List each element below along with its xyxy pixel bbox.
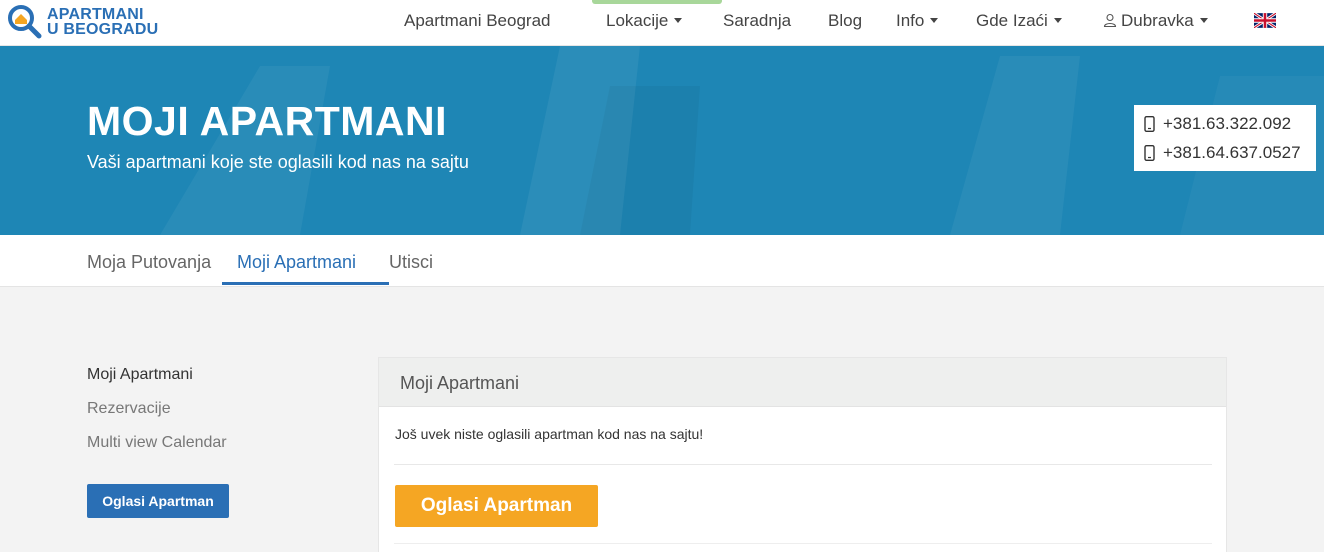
sidebar-item-multi-view-calendar[interactable]: Multi view Calendar — [87, 434, 227, 452]
page-title: MOJI APARTMANI — [87, 98, 448, 144]
logo-text: APARTMANI U BEOGRADU — [47, 6, 159, 38]
tab-utisci[interactable]: Utisci — [389, 252, 433, 273]
nav-user-menu[interactable]: Dubravka — [1103, 11, 1208, 31]
phone-row[interactable]: +381.63.322.092 — [1144, 109, 1316, 138]
nav-highlight-bar — [592, 0, 722, 4]
phone-number: +381.63.322.092 — [1163, 113, 1292, 133]
nav-label: Blog — [828, 11, 863, 30]
user-icon — [1103, 13, 1117, 27]
nav-label: Dubravka — [1121, 11, 1194, 30]
top-navbar: APARTMANI U BEOGRADU Apartmani Beograd L… — [0, 0, 1324, 46]
logo-line2: U BEOGRADU — [47, 21, 159, 38]
panel-title: Moji Apartmani — [379, 358, 1226, 407]
mobile-phone-icon — [1144, 144, 1155, 161]
nav-gde-izaci[interactable]: Gde Izaći — [976, 11, 1062, 31]
caret-down-icon — [1199, 18, 1208, 24]
profile-tabs: Moja Putovanja Moji Apartmani Utisci — [0, 235, 1324, 287]
phone-number: +381.64.637.0527 — [1163, 142, 1301, 162]
empty-state-message: Još uvek niste oglasili apartman kod nas… — [395, 426, 704, 442]
nav-saradnja[interactable]: Saradnja — [723, 11, 791, 31]
divider — [394, 464, 1212, 465]
tab-moji-apartmani[interactable]: Moji Apartmani — [237, 252, 356, 273]
hero-banner: MOJI APARTMANI Vaši apartmani koje ste o… — [0, 46, 1324, 235]
nav-apartmani-beograd[interactable]: Apartmani Beograd — [404, 11, 550, 31]
nav-info[interactable]: Info — [896, 11, 939, 31]
nav-label: Apartmani Beograd — [404, 11, 551, 30]
nav-label: Info — [896, 11, 925, 30]
nav-label: Lokacije — [606, 11, 669, 30]
contact-phones-box: +381.63.322.092 +381.64.637.0527 — [1134, 105, 1316, 171]
logo-magnifier-icon — [8, 5, 42, 39]
uk-flag-icon[interactable] — [1254, 13, 1276, 28]
add-apartment-button[interactable]: Oglasi Apartman — [395, 485, 598, 527]
caret-down-icon — [674, 18, 683, 24]
divider — [394, 543, 1212, 544]
nav-lokacije[interactable]: Lokacije — [606, 11, 683, 31]
active-tab-indicator — [222, 282, 389, 285]
nav-label: Gde Izaći — [976, 11, 1048, 30]
caret-down-icon — [930, 18, 939, 24]
tab-moja-putovanja[interactable]: Moja Putovanja — [87, 252, 211, 273]
nav-label: Saradnja — [723, 11, 792, 30]
sidebar-item-moji-apartmani[interactable]: Moji Apartmani — [87, 366, 193, 384]
mobile-phone-icon — [1144, 115, 1155, 132]
nav-blog[interactable]: Blog — [828, 11, 862, 31]
logo-line1: APARTMANI — [47, 6, 144, 23]
caret-down-icon — [1053, 18, 1062, 24]
my-apartments-panel: Moji Apartmani Još uvek niste oglasili a… — [378, 357, 1227, 552]
sidebar-item-rezervacije[interactable]: Rezervacije — [87, 400, 171, 418]
sidebar-add-apartment-button[interactable]: Oglasi Apartman — [87, 484, 229, 518]
page-subtitle: Vaši apartmani koje ste oglasili kod nas… — [87, 152, 469, 172]
site-logo[interactable]: APARTMANI U BEOGRADU — [6, 3, 158, 41]
phone-row[interactable]: +381.64.637.0527 — [1144, 138, 1316, 167]
